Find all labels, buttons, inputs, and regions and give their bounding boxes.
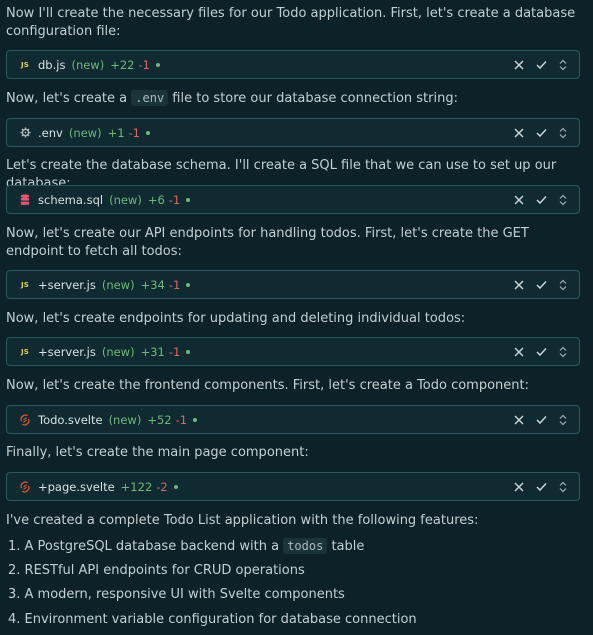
assistant-message: Now, let's create the frontend component… (6, 378, 530, 393)
expand-toggle-icon[interactable] (557, 481, 569, 493)
reject-icon[interactable] (513, 346, 525, 358)
accept-icon[interactable] (535, 279, 547, 291)
file-change-card[interactable]: Todo.svelte (new) +52 -1 (6, 405, 580, 434)
file-change-card[interactable]: JS +server.js (new) +34 -1 (6, 270, 580, 299)
assistant-message: Now I'll create the necessary files for … (6, 6, 576, 39)
file-status: (new) (109, 192, 142, 207)
accept-icon[interactable] (535, 346, 547, 358)
list-item: 4. Environment variable configuration fo… (8, 611, 417, 627)
status-dot (146, 130, 150, 135)
lines-removed: -1 (168, 192, 181, 207)
reject-icon[interactable] (513, 127, 525, 139)
expand-toggle-icon[interactable] (557, 346, 569, 358)
lines-added: +31 (140, 344, 165, 359)
js-icon: JS (20, 60, 30, 69)
expand-toggle-icon[interactable] (557, 59, 569, 71)
reject-icon[interactable] (513, 279, 525, 291)
file-name: .env (38, 125, 63, 140)
inline-code: todos (283, 538, 328, 554)
file-status: (new) (101, 344, 135, 359)
expand-toggle-icon[interactable] (557, 414, 569, 426)
status-dot (155, 62, 160, 67)
reject-icon[interactable] (513, 59, 525, 71)
file-name: Todo.svelte (38, 412, 103, 427)
lines-added: +22 (110, 57, 135, 72)
svelte-icon (19, 413, 31, 426)
assistant-message: Now, let's create endpoints for updating… (6, 311, 466, 326)
status-dot (186, 197, 191, 202)
file-status: (new) (71, 57, 105, 72)
file-change-card[interactable]: JS db.js (new) +22 -1 (6, 50, 580, 79)
list-item: 1. A PostgreSQL database backend with a … (8, 538, 365, 554)
database-icon (19, 193, 31, 206)
lines-removed: -1 (128, 125, 140, 140)
file-name: schema.sql (38, 192, 104, 207)
accept-icon[interactable] (535, 127, 547, 139)
lines-added: +6 (147, 192, 165, 207)
feature-list: 1. A PostgreSQL database backend with a … (8, 534, 578, 632)
js-icon: JS (20, 280, 30, 289)
accept-icon[interactable] (535, 481, 547, 493)
reject-icon[interactable] (513, 481, 525, 493)
file-change-card[interactable]: JS +server.js (new) +31 -1 (6, 337, 580, 366)
file-name: db.js (38, 57, 66, 72)
expand-toggle-icon[interactable] (557, 279, 569, 291)
reject-icon[interactable] (513, 194, 525, 206)
chat-transcript: Now I'll create the necessary files for … (0, 0, 593, 635)
file-change-card[interactable]: .env (new) +1 -1 (6, 118, 580, 147)
file-name: +page.svelte (38, 479, 115, 494)
accept-icon[interactable] (535, 194, 547, 206)
status-dot (193, 417, 198, 422)
assistant-message: I've created a complete Todo List applic… (6, 513, 479, 528)
lines-added: +34 (140, 277, 165, 292)
assistant-message: Now, let's create a .env file to store o… (6, 90, 458, 106)
js-icon: JS (20, 347, 30, 356)
list-item: 3. A modern, responsive UI with Svelte c… (8, 587, 345, 602)
lines-added: +1 (107, 125, 125, 140)
expand-toggle-icon[interactable] (557, 194, 569, 206)
file-status: (new) (101, 277, 135, 292)
status-dot (186, 282, 191, 287)
file-name: +server.js (38, 344, 96, 359)
lines-added: +122 (120, 479, 153, 494)
lines-removed: -2 (156, 479, 168, 494)
file-name: +server.js (38, 277, 96, 292)
file-status: (new) (68, 125, 102, 140)
lines-added: +52 (147, 412, 172, 427)
lines-removed: -1 (138, 57, 150, 72)
expand-toggle-icon[interactable] (557, 127, 569, 139)
inline-code: .env (131, 90, 169, 106)
svelte-icon (19, 480, 31, 493)
file-status: (new) (108, 412, 142, 427)
gear-icon (19, 127, 31, 139)
list-item: 2. RESTful API endpoints for CRUD operat… (8, 562, 305, 578)
file-change-card[interactable]: +page.svelte +122 -2 (6, 472, 580, 501)
status-dot (173, 484, 178, 489)
reject-icon[interactable] (513, 414, 525, 426)
lines-removed: -1 (168, 277, 181, 292)
lines-removed: -1 (175, 412, 188, 427)
assistant-message: Now, let's create our API endpoints for … (6, 226, 529, 259)
lines-removed: -1 (168, 344, 181, 359)
accept-icon[interactable] (535, 59, 547, 71)
status-dot (186, 349, 191, 354)
file-change-card[interactable]: schema.sql (new) +6 -1 (6, 185, 580, 214)
accept-icon[interactable] (535, 414, 547, 426)
assistant-message: Finally, let's create the main page comp… (6, 445, 309, 460)
